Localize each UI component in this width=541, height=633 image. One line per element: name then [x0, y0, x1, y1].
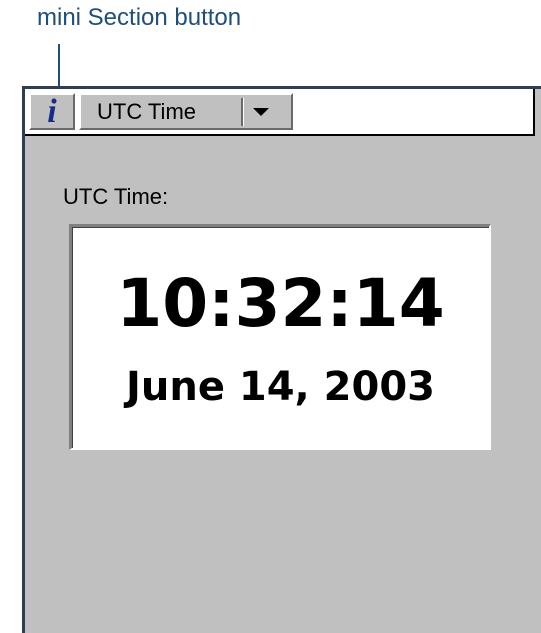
- info-icon: i: [47, 92, 57, 130]
- time-value: 10:32:14: [116, 265, 445, 342]
- date-value: June 14, 2003: [125, 364, 435, 410]
- section-dropdown-label: UTC Time: [97, 98, 196, 124]
- mini-section-button[interactable]: i: [29, 93, 75, 130]
- section-dropdown[interactable]: UTC Time: [79, 93, 293, 130]
- toolbar: i UTC Time: [25, 89, 535, 136]
- device-window: i UTC Time UTC Time: 10:32:14 June 14, 2…: [22, 86, 541, 633]
- time-display-panel: 10:32:14 June 14, 2003: [69, 224, 491, 450]
- utc-time-label: UTC Time:: [63, 184, 169, 209]
- chevron-down-icon[interactable]: [253, 107, 269, 116]
- callout-label: mini Section button: [37, 4, 242, 31]
- dropdown-divider: [241, 97, 243, 126]
